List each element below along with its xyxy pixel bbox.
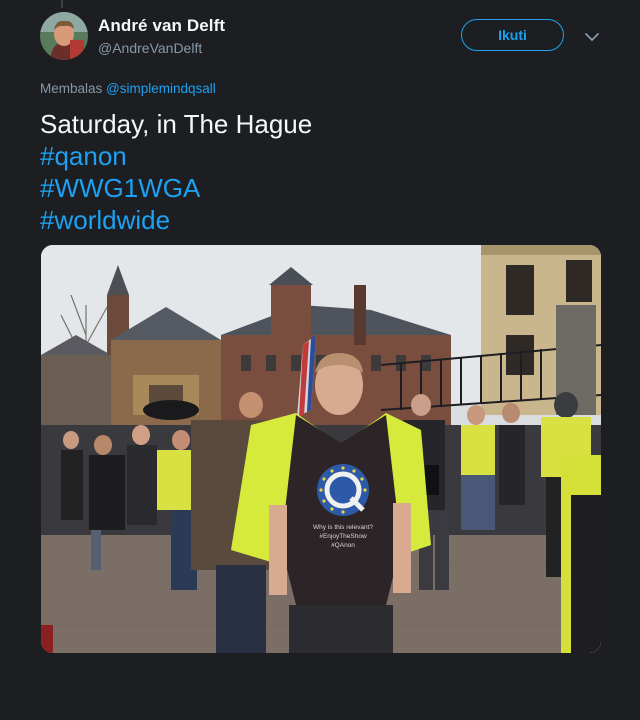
reply-prefix: Membalas [40, 81, 103, 96]
thread-connector-line [61, 0, 63, 8]
tweet-text-line: Saturday, in The Hague [40, 109, 313, 139]
hashtag-link-worldwide[interactable]: #worldwide [40, 204, 312, 236]
reply-mention-link[interactable]: @simplemindqsall [106, 81, 216, 96]
hashtag-link-qanon[interactable]: #qanon [40, 140, 312, 172]
hashtag-link-wwg1wga[interactable]: #WWG1WGA [40, 172, 312, 204]
shirt-text-line: #EnjoyTheShow [319, 533, 367, 540]
shirt-text-line: Why is this relevant? [313, 524, 373, 531]
tweet-photo[interactable]: Why is this relevant? #EnjoyTheShow #QAn… [41, 245, 601, 653]
author-display-name[interactable]: André van Delft [98, 16, 225, 36]
author-handle[interactable]: @AndreVanDelft [98, 40, 202, 56]
shirt-text-line: #QAnon [331, 542, 355, 549]
chevron-down-icon[interactable] [584, 30, 600, 42]
author-avatar[interactable] [40, 12, 88, 60]
user-avatar-icon [40, 12, 88, 60]
tweet-text: Saturday, in The Hague #qanon #WWG1WGA #… [40, 108, 312, 236]
reply-context: Membalas @simplemindqsall [40, 81, 216, 96]
follow-button[interactable]: Ikuti [461, 19, 564, 51]
